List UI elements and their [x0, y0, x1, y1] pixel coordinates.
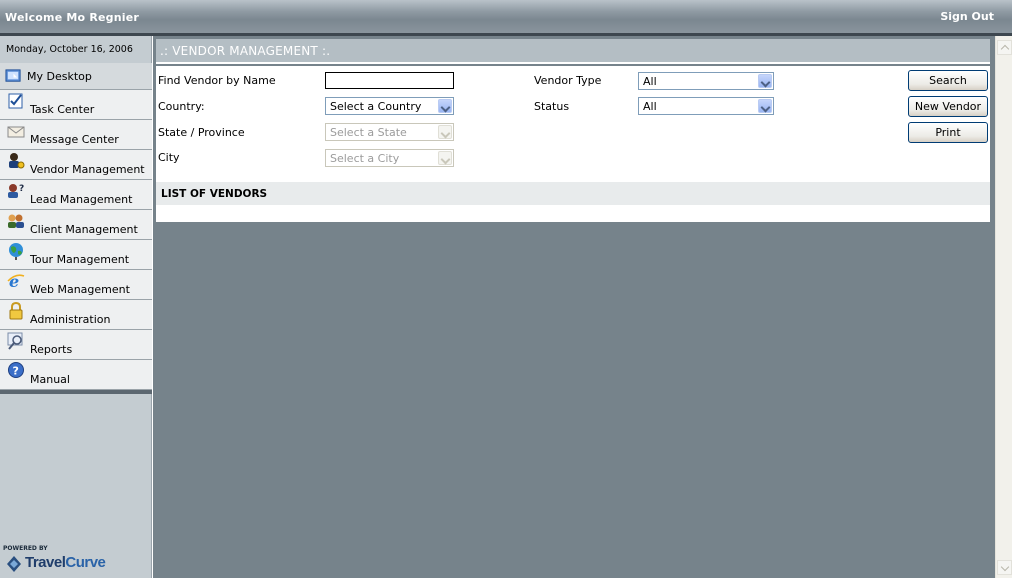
sidebar-item-label: My Desktop: [27, 70, 92, 83]
sidebar-item-message-center[interactable]: Message Center: [0, 120, 152, 150]
chevron-down-icon[interactable]: [758, 99, 772, 113]
sidebar-item-my-desktop[interactable]: My Desktop: [0, 63, 152, 90]
page-title: .: VENDOR MANAGEMENT :.: [160, 44, 331, 58]
find-vendor-label: Find Vendor by Name: [158, 74, 276, 87]
sidebar-item-label: Administration: [30, 313, 111, 326]
sidebar-item-vendor-management[interactable]: Vendor Management: [0, 150, 152, 180]
lock-icon: [9, 302, 23, 320]
clients-icon: [8, 214, 24, 228]
find-vendor-input[interactable]: [325, 72, 454, 89]
envelope-icon: [7, 126, 25, 138]
status-label: Status: [534, 100, 570, 113]
travelcurve-logo: TravelCurve: [5, 554, 120, 574]
state-select-value: Select a State: [330, 126, 407, 139]
scroll-down-arrow-icon[interactable]: [997, 560, 1012, 575]
powered-by-text: POWERED BY: [3, 545, 48, 552]
ie-icon: e: [7, 272, 25, 290]
chevron-down-icon[interactable]: [438, 99, 452, 113]
search-button[interactable]: Search: [908, 70, 988, 91]
city-select[interactable]: Select a City: [325, 149, 454, 167]
sidebar-item-label: Reports: [30, 343, 73, 356]
sidebar-item-label: Manual: [30, 373, 70, 386]
top-bar: Welcome Mo Regnier Sign Out: [0, 0, 1012, 36]
sidebar-item-label: Web Management: [30, 283, 130, 296]
vendor-type-label: Vendor Type: [534, 74, 602, 87]
sidebar-item-reports[interactable]: Reports: [0, 330, 152, 360]
country-select-value: Select a Country: [330, 100, 422, 113]
sidebar-item-lead-management[interactable]: ? Lead Management: [0, 180, 152, 210]
sidebar-item-label: Lead Management: [30, 193, 133, 206]
logo-text-travel: Travel: [25, 554, 66, 571]
sidebar-item-manual[interactable]: ? Manual: [0, 360, 152, 390]
current-date: Monday, October 16, 2006: [6, 44, 133, 55]
sidebar: Monday, October 16, 2006 My Desktop Task…: [0, 36, 152, 578]
scroll-up-arrow-icon[interactable]: [997, 40, 1012, 55]
state-select[interactable]: Select a State: [325, 123, 454, 141]
magnifier-icon: [7, 332, 23, 350]
chevron-down-icon[interactable]: [438, 125, 452, 139]
sidebar-item-label: Tour Management: [30, 253, 130, 266]
svg-text:?: ?: [19, 184, 24, 194]
vendor-type-select-value: All: [643, 75, 657, 88]
vendor-icon: [9, 153, 25, 169]
globe-icon: [9, 243, 23, 260]
country-label: Country:: [158, 100, 205, 113]
state-label: State / Province: [158, 126, 245, 139]
welcome-text: Welcome Mo Regnier: [5, 11, 140, 24]
chevron-down-icon[interactable]: [758, 74, 772, 88]
sidebar-item-task-center[interactable]: Task Center: [0, 90, 152, 120]
sidebar-item-tour-management[interactable]: Tour Management: [0, 240, 152, 270]
new-vendor-button[interactable]: New Vendor: [908, 96, 988, 117]
vendor-list-title: LIST OF VENDORS: [161, 188, 268, 200]
logo-diamond-icon: [7, 556, 21, 572]
desktop-icon: [5, 69, 21, 82]
sidebar-item-administration[interactable]: Administration: [0, 300, 152, 330]
main-content: .: VENDOR MANAGEMENT :. Find Vendor by N…: [153, 36, 995, 578]
logo-text-curve: Curve: [65, 554, 106, 571]
print-button[interactable]: Print: [908, 122, 988, 143]
logo-text: TravelCurve: [25, 554, 106, 571]
vertical-scrollbar[interactable]: [995, 36, 1012, 578]
vendor-type-select[interactable]: All: [638, 72, 774, 90]
help-icon: ?: [8, 362, 24, 378]
sign-out-link[interactable]: Sign Out: [940, 10, 994, 23]
vendor-list-header: LIST OF VENDORS: [156, 182, 990, 205]
sidebar-item-label: Message Center: [30, 133, 119, 146]
sidebar-item-web-management[interactable]: e Web Management: [0, 270, 152, 300]
chevron-down-icon[interactable]: [438, 151, 452, 165]
city-select-value: Select a City: [330, 152, 400, 165]
sidebar-item-label: Task Center: [30, 103, 95, 116]
page-title-bar: .: VENDOR MANAGEMENT :.: [156, 39, 990, 64]
lead-icon: ?: [8, 184, 24, 198]
sidebar-menu: My Desktop Task Center Message Center Ve…: [0, 63, 152, 394]
city-label: City: [158, 151, 180, 164]
sidebar-item-label: Client Management: [30, 223, 138, 236]
country-select[interactable]: Select a Country: [325, 97, 454, 115]
vendor-search-panel: Find Vendor by Name Country: Select a Co…: [156, 66, 990, 222]
task-icon: [8, 93, 23, 109]
sidebar-item-label: Vendor Management: [30, 163, 145, 176]
svg-text:?: ?: [13, 365, 19, 378]
status-select-value: All: [643, 100, 657, 113]
sidebar-item-client-management[interactable]: Client Management: [0, 210, 152, 240]
status-select[interactable]: All: [638, 97, 774, 115]
